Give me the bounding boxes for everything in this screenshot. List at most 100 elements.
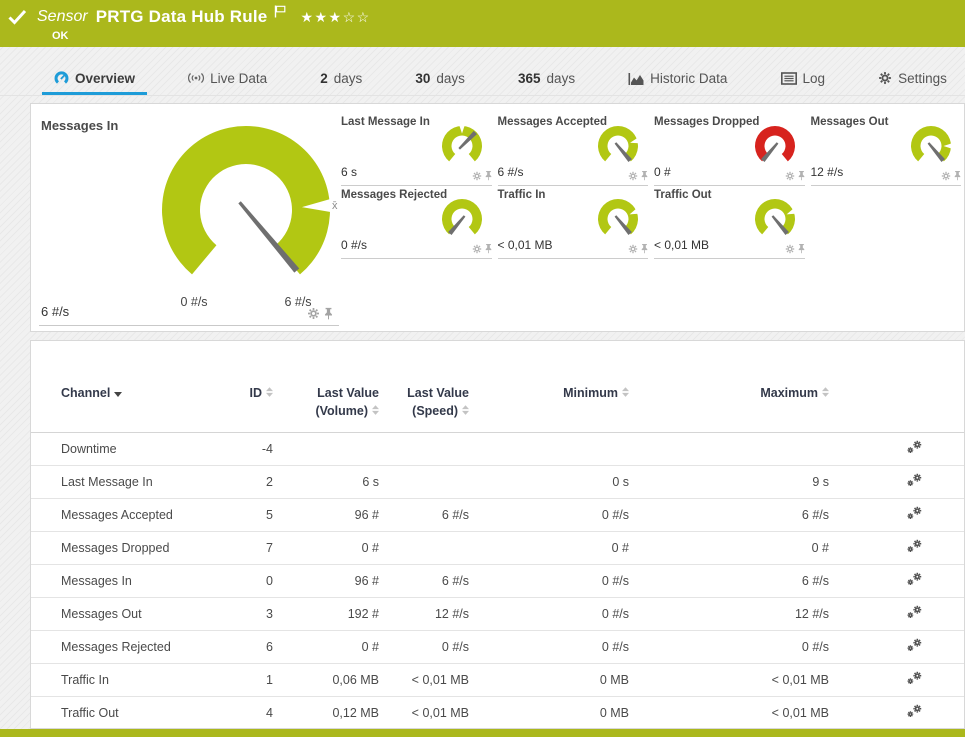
sensor-title: PRTG Data Hub Rule [96,7,268,27]
cell-id: 6 [211,631,273,664]
gauge-pin-icon[interactable] [954,170,961,181]
sorted-desc-icon [110,386,122,400]
tab-number: 365 [518,71,541,86]
gauge-title: Messages Accepted [498,116,608,128]
channel-settings-gears-icon[interactable] [906,473,923,488]
cell-min: 0 s [469,466,629,499]
channel-settings-gears-icon[interactable] [906,638,923,653]
tab-historic-data[interactable]: Historic Data [626,64,729,93]
cell-channel[interactable]: Traffic In [31,664,211,697]
live-icon [188,72,204,84]
gauge [749,196,801,242]
tab-30-days[interactable]: 30days [413,64,467,93]
channel-settings-gears-icon[interactable] [906,671,923,686]
tab-settings[interactable]: Settings [876,64,949,93]
cell-speed [379,466,469,499]
channel-settings-gears-icon[interactable] [906,440,923,455]
gauge-value: 0 # [654,165,671,179]
column-header-max[interactable]: Maximum [629,341,829,433]
gauge-pin-icon[interactable] [641,170,648,181]
cell-volume: 0 # [273,532,379,565]
channel-settings-gears-icon[interactable] [906,539,923,554]
cell-channel[interactable]: Messages Dropped [31,532,211,565]
cell-channel[interactable]: Traffic Out [31,697,211,730]
column-header-speed[interactable]: Last Value(Speed) [379,341,469,433]
column-header-min[interactable]: Minimum [469,341,629,433]
gauge-pin-icon[interactable] [485,170,492,181]
tab-live-data[interactable]: Live Data [186,64,269,93]
priority-stars[interactable]: ★★★☆☆ [300,9,370,26]
gauge-settings-gear-icon[interactable] [472,244,482,254]
gauge-icon [54,71,69,85]
sort-icon [458,404,469,418]
cell-settings [829,433,964,466]
cell-max: < 0,01 MB [629,697,829,730]
cell-id: 1 [211,664,273,697]
gauge-settings-gear-icon[interactable] [941,171,951,181]
small-gauges-grid: Last Message In6 sMessages Accepted6 #/s… [341,113,961,259]
tab-log[interactable]: Log [779,64,828,93]
cell-volume: 0 # [273,631,379,664]
gauge-pin-icon[interactable] [798,170,805,181]
cell-settings [829,532,964,565]
cell-id: 2 [211,466,273,499]
column-header-volume[interactable]: Last Value(Volume) [273,341,379,433]
object-kind-label: Sensor [37,8,88,26]
channel-row-messages-rejected: Messages Rejected60 #0 #/s0 #/s0 #/s [31,631,964,664]
channel-settings-gears-icon[interactable] [906,572,923,587]
main-gauge-title: Messages In [41,118,118,133]
tab-overview[interactable]: Overview [52,64,137,93]
gauge-settings-gear-icon[interactable] [628,244,638,254]
channels-table: ChannelIDLast Value(Volume)Last Value(Sp… [31,341,964,730]
cell-channel[interactable]: Downtime [31,433,211,466]
cell-speed: < 0,01 MB [379,664,469,697]
sensor-header: Sensor PRTG Data Hub Rule ★★★☆☆ OK [0,0,965,47]
sort-icon [368,404,379,418]
channel-settings-gears-icon[interactable] [906,506,923,521]
cell-max: 12 #/s [629,598,829,631]
gauge-settings-gear-icon[interactable] [472,171,482,181]
cell-settings [829,565,964,598]
tab-label: Settings [898,71,947,86]
column-label: Last Value [317,386,379,400]
cell-id: 3 [211,598,273,631]
cell-channel[interactable]: Messages In [31,565,211,598]
sort-icon [262,386,273,400]
cell-channel[interactable]: Messages Out [31,598,211,631]
cell-volume: 0,12 MB [273,697,379,730]
cell-channel[interactable]: Messages Accepted [31,499,211,532]
column-label: Maximum [760,386,818,400]
flag-icon[interactable] [274,5,286,23]
gauge-pin-icon[interactable] [324,307,333,320]
gauge-settings-gear-icon[interactable] [785,171,795,181]
tab-365-days[interactable]: 365days [516,64,577,93]
cell-min: 0 #/s [469,631,629,664]
gauges-panel: Messages In x̄ 0 #/s 6 #/s 6 #/s Last Me… [30,103,965,332]
gauge-pin-icon[interactable] [485,243,492,254]
gauge-settings-gear-icon[interactable] [307,307,320,320]
gauge-tile-messages-rejected: Messages Rejected0 #/s [341,186,492,259]
gauge-title: Traffic In [498,189,546,201]
channel-settings-gears-icon[interactable] [906,605,923,620]
column-header-channel[interactable]: Channel [31,341,211,433]
main-gauge [151,118,341,298]
cell-channel[interactable]: Last Message In [31,466,211,499]
main-gauge-tile: Messages In x̄ 0 #/s 6 #/s 6 #/s [39,112,339,326]
gauge-settings-gear-icon[interactable] [628,171,638,181]
gauge-pin-icon[interactable] [798,243,805,254]
cell-volume [273,433,379,466]
gauge [592,123,644,169]
gauge [592,196,644,242]
cell-id: 7 [211,532,273,565]
gauge-settings-gear-icon[interactable] [785,244,795,254]
sensor-status: OK [52,30,371,42]
cell-max: 0 # [629,532,829,565]
channel-settings-gears-icon[interactable] [906,704,923,719]
gauge-value: 0 #/s [341,238,367,252]
cell-channel[interactable]: Messages Rejected [31,631,211,664]
cell-id: 4 [211,697,273,730]
cell-settings [829,664,964,697]
gauge-pin-icon[interactable] [641,243,648,254]
column-header-id[interactable]: ID [211,341,273,433]
tab-2-days[interactable]: 2days [318,64,364,93]
